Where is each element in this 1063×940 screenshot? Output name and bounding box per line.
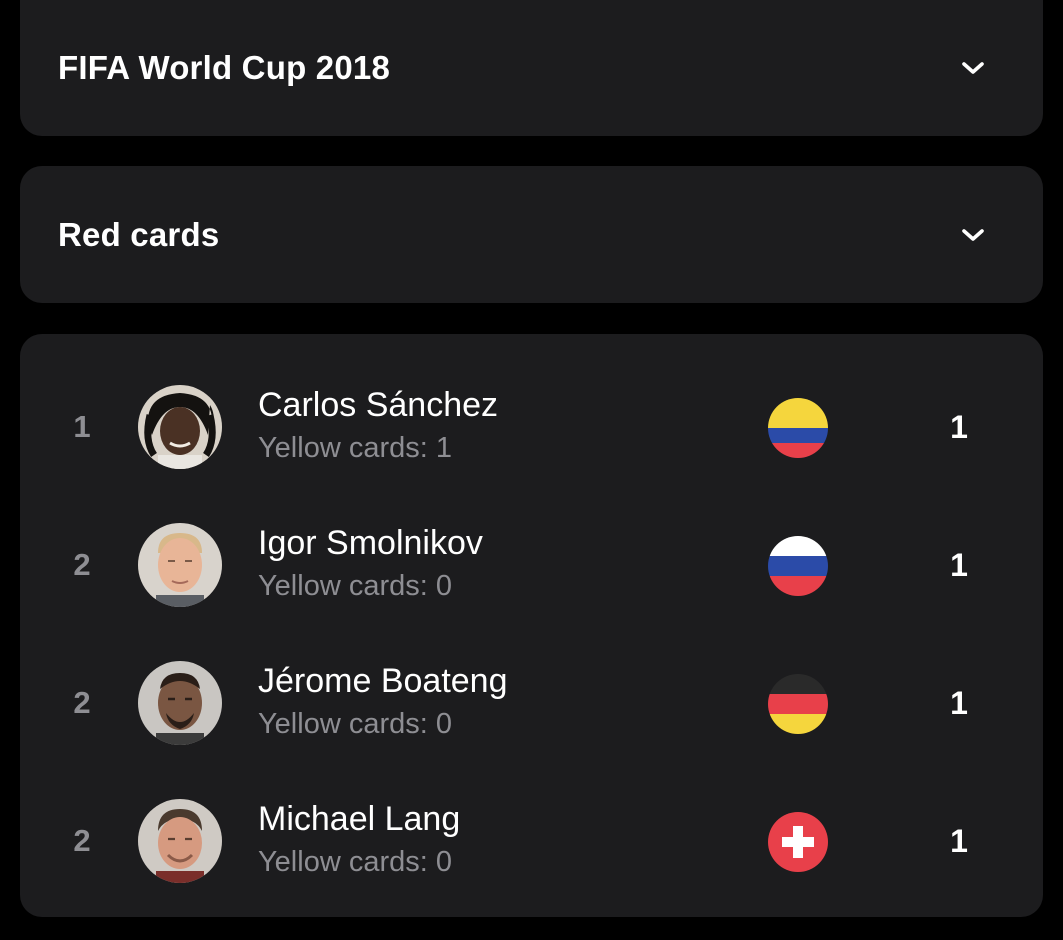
player-avatar	[138, 799, 222, 883]
germany-flag-icon	[768, 674, 828, 734]
red-card-count: 1	[950, 408, 968, 445]
player-rank: 1	[73, 409, 91, 444]
colombia-flag-icon	[768, 398, 828, 458]
player-row[interactable]: 2 Michael Lang Yellow cards: 0 1	[20, 772, 1043, 910]
player-yellow-cards: Yellow cards: 0	[258, 846, 452, 878]
red-card-count: 1	[950, 822, 968, 859]
tournament-dropdown-label: FIFA World Cup 2018	[58, 49, 391, 86]
stat-type-dropdown[interactable]: Red cards	[20, 166, 1043, 303]
player-row[interactable]: 2 Igor Smolnikov Yellow cards: 0 1	[20, 496, 1043, 634]
tournament-dropdown[interactable]: FIFA World Cup 2018	[20, 0, 1043, 136]
player-row[interactable]: 2 Jérome Boateng Yellow cards: 0 1	[20, 634, 1043, 772]
player-name: Igor Smolnikov	[258, 524, 483, 562]
red-card-count: 1	[950, 546, 968, 583]
switzerland-flag-icon	[768, 812, 828, 872]
player-rank: 2	[73, 547, 91, 582]
chevron-down-icon	[959, 221, 987, 249]
russia-flag-icon	[768, 536, 828, 596]
player-avatar	[138, 661, 222, 745]
player-yellow-cards: Yellow cards: 1	[258, 432, 452, 464]
player-row[interactable]: 1 Carlos Sánchez Yellow cards: 1 1	[20, 358, 1043, 496]
player-name: Carlos Sánchez	[258, 386, 499, 424]
stat-type-dropdown-label: Red cards	[58, 215, 220, 253]
player-rank: 2	[73, 685, 91, 720]
player-yellow-cards: Yellow cards: 0	[258, 708, 452, 740]
chevron-down-icon	[959, 54, 987, 82]
player-avatar	[138, 385, 222, 469]
player-ranking-list: 1 Carlos Sánchez Yellow cards: 1 1 2 Igo…	[20, 334, 1043, 917]
red-card-count: 1	[950, 684, 968, 721]
player-name: Jérome Boateng	[258, 662, 508, 700]
player-yellow-cards: Yellow cards: 0	[258, 570, 452, 602]
player-name: Michael Lang	[258, 800, 461, 838]
player-avatar	[138, 523, 222, 607]
player-rank: 2	[73, 823, 91, 858]
